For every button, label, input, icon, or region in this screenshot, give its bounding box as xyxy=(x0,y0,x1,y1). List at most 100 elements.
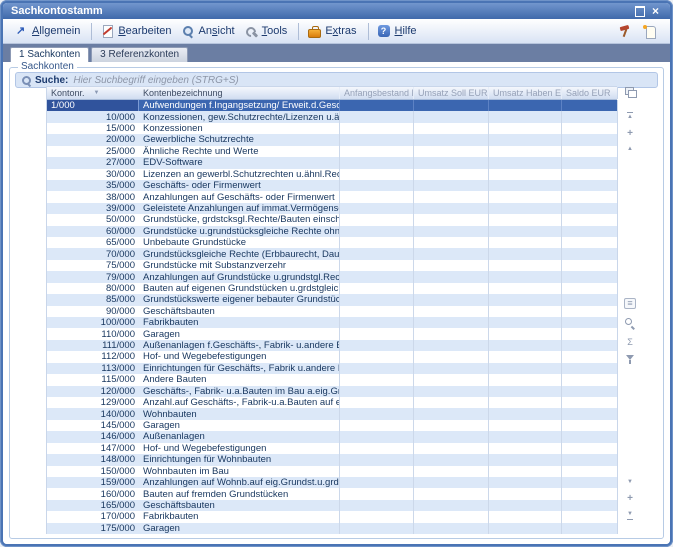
account-name-cell: Konzessionen xyxy=(139,123,339,134)
saldo-cell xyxy=(561,157,618,168)
table-row[interactable]: 1/000 Aufwendungen f.Ingangsetzung/ Erwe… xyxy=(47,100,617,111)
table-row[interactable]: 165/000 Geschäftsbauten xyxy=(47,500,617,511)
table-row[interactable]: 148/000 Einrichtungen für Wohnbauten xyxy=(47,454,617,465)
anfangsbestand-cell xyxy=(339,203,413,214)
table-header: Kontonr. ▼ Kontenbezeichnung Anfangsbest… xyxy=(47,86,617,100)
table-row[interactable]: 120/000 Geschäfts-, Fabrik- u.a.Bauten i… xyxy=(47,386,617,397)
table-row[interactable]: 65/000 Unbebaute Grundstücke xyxy=(47,237,617,248)
umsatz-haben-cell xyxy=(488,294,561,305)
table-row[interactable]: 160/000 Bauten auf fremden Grundstücken xyxy=(47,488,617,499)
menu-item-hilfe[interactable]: Hilfe xyxy=(374,23,423,40)
up-icon[interactable] xyxy=(623,146,637,153)
table-row[interactable]: 25/000 Ähnliche Rechte und Werte xyxy=(47,146,617,157)
search-icon[interactable] xyxy=(623,317,637,329)
table-row[interactable]: 113/000 Einrichtungen für Geschäfts-, Fa… xyxy=(47,363,617,374)
column-header-umsatz-haben[interactable]: Umsatz Haben EUR xyxy=(488,87,561,99)
anfangsbestand-cell xyxy=(339,340,413,351)
saldo-cell xyxy=(561,351,618,362)
tabs: 1 Sachkonten3 Referenzkonten xyxy=(10,47,188,62)
account-number-cell: 90/000 xyxy=(47,306,139,317)
table-row[interactable]: 175/000 Garagen xyxy=(47,523,617,534)
table-row[interactable]: 150/000 Wohnbauten im Bau xyxy=(47,466,617,477)
table-row[interactable]: 39/000 Geleistete Anzahlungen auf immat.… xyxy=(47,203,617,214)
tab-sachkonten[interactable]: 1 Sachkonten xyxy=(10,47,89,62)
menu-item-ansicht[interactable]: Ansicht xyxy=(178,23,241,40)
table-row[interactable]: 10/000 Konzessionen, gew.Schutzrechte/Li… xyxy=(47,111,617,122)
column-header-kontenbezeichnung[interactable]: Kontenbezeichnung xyxy=(139,87,339,99)
table-row[interactable]: 90/000 Geschäftsbauten xyxy=(47,306,617,317)
table-options-icon[interactable] xyxy=(623,86,637,98)
table-row[interactable]: 60/000 Grundstücke u.grundstücksgleiche … xyxy=(47,226,617,237)
account-number-cell: 80/000 xyxy=(47,283,139,294)
umsatz-haben-cell xyxy=(488,454,561,465)
table-row[interactable]: 111/000 Außenanlagen f.Geschäfts-, Fabri… xyxy=(47,340,617,351)
table-row[interactable]: 20/000 Gewerbliche Schutzrechte xyxy=(47,134,617,145)
saldo-cell xyxy=(561,443,618,454)
scroll-top-icon[interactable] xyxy=(623,112,637,121)
table-row[interactable]: 140/000 Wohnbauten xyxy=(47,408,617,419)
table-row[interactable]: 145/000 Garagen xyxy=(47,420,617,431)
account-number-cell: 110/000 xyxy=(47,328,139,339)
table-row[interactable]: 70/000 Grundstücksgleiche Rechte (Erbbau… xyxy=(47,248,617,259)
umsatz-haben-cell xyxy=(488,523,561,534)
umsatz-haben-cell xyxy=(488,169,561,180)
account-number-cell: 150/000 xyxy=(47,466,139,477)
account-name-cell: Grundstücke mit Substanzverzehr xyxy=(139,260,339,271)
saldo-cell xyxy=(561,146,618,157)
umsatz-soll-cell xyxy=(413,340,488,351)
table-row[interactable]: 50/000 Grundstücke, grdstcksgl.Rechte/Ba… xyxy=(47,214,617,225)
menu-item-extras[interactable]: Extras xyxy=(304,23,368,40)
table-row[interactable]: 115/000 Andere Bauten xyxy=(47,374,617,385)
table-row[interactable]: 147/000 Hof- und Wegebefestigungen xyxy=(47,443,617,454)
column-header-saldo[interactable]: Saldo EUR xyxy=(561,87,618,99)
umsatz-soll-cell xyxy=(413,386,488,397)
menu-item-allgemein[interactable]: Allgemein xyxy=(11,23,92,40)
tab-referenzkonten[interactable]: 3 Referenzkonten xyxy=(91,47,188,62)
saldo-cell xyxy=(561,431,618,442)
table-row[interactable]: 75/000 Grundstücke mit Substanzverzehr xyxy=(47,260,617,271)
column-header-umsatz-soll[interactable]: Umsatz Soll EUR xyxy=(413,87,488,99)
sum-icon[interactable] xyxy=(623,337,637,347)
move-up-icon[interactable] xyxy=(623,129,637,138)
umsatz-haben-cell xyxy=(488,477,561,488)
restore-icon[interactable] xyxy=(633,5,646,17)
menu-item-tools[interactable]: Tools xyxy=(241,23,300,40)
table-row[interactable]: 170/000 Fabrikbauten xyxy=(47,511,617,522)
account-name-cell: Außenanlagen f.Geschäfts-, Fabrik- u.and… xyxy=(139,340,339,351)
table-row[interactable]: 110/000 Garagen xyxy=(47,328,617,339)
anfangsbestand-cell xyxy=(339,271,413,282)
down-icon[interactable] xyxy=(623,479,637,486)
account-name-cell: Grundstücksgleiche Rechte (Erbbaurecht, … xyxy=(139,248,339,259)
move-down-icon[interactable] xyxy=(623,494,637,503)
scroll-bottom-icon[interactable] xyxy=(623,511,637,520)
table-row[interactable]: 146/000 Außenanlagen xyxy=(47,431,617,442)
table-row[interactable]: 35/000 Geschäfts- oder Firmenwert xyxy=(47,180,617,191)
anfangsbestand-cell xyxy=(339,408,413,419)
close-icon[interactable] xyxy=(649,5,662,17)
strip-top-group xyxy=(621,112,639,161)
filter-icon[interactable] xyxy=(623,355,637,364)
account-number-cell: 70/000 xyxy=(47,248,139,259)
list-icon[interactable] xyxy=(623,298,637,309)
umsatz-haben-cell xyxy=(488,180,561,191)
table-row[interactable]: 38/000 Anzahlungen auf Geschäfts- oder F… xyxy=(47,191,617,202)
column-header-kontonr[interactable]: Kontonr. ▼ xyxy=(47,87,139,99)
account-name-cell: Fabrikbauten xyxy=(139,317,339,328)
search-input[interactable] xyxy=(73,75,652,86)
table-row[interactable]: 79/000 Anzahlungen auf Grundstücke u.gru… xyxy=(47,271,617,282)
table-row[interactable]: 112/000 Hof- und Wegebefestigungen xyxy=(47,351,617,362)
table-row[interactable]: 27/000 EDV-Software xyxy=(47,157,617,168)
saldo-cell xyxy=(561,317,618,328)
table-row[interactable]: 85/000 Grundstückswerte eigener bebauter… xyxy=(47,294,617,305)
menu-item-bearbeiten[interactable]: Bearbeiten xyxy=(97,23,177,40)
table-row[interactable]: 159/000 Anzahlungen auf Wohnb.auf eig.Gr… xyxy=(47,477,617,488)
table-row[interactable]: 15/000 Konzessionen xyxy=(47,123,617,134)
new-note-icon[interactable] xyxy=(643,25,656,38)
column-header-anfangsbestand[interactable]: Anfangsbestand EUR xyxy=(339,87,413,99)
sachkonten-groupbox: Sachkonten Suche: Kontonr. ▼ Kontenbezei… xyxy=(9,67,664,539)
table-row[interactable]: 100/000 Fabrikbauten xyxy=(47,317,617,328)
table-row[interactable]: 129/000 Anzahl.auf Geschäfts-, Fabrik-u.… xyxy=(47,397,617,408)
hammer-icon[interactable] xyxy=(619,25,632,38)
table-row[interactable]: 30/000 Lizenzen an gewerbl.Schutzrechten… xyxy=(47,169,617,180)
table-row[interactable]: 80/000 Bauten auf eigenen Grundstücken u… xyxy=(47,283,617,294)
